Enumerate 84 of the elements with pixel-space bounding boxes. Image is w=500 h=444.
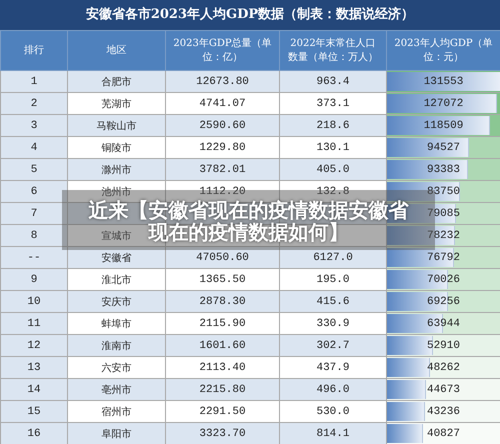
table-cell: 63944: [426, 318, 460, 330]
table-cell: 14: [27, 384, 41, 396]
table-cell: 淮南市: [102, 340, 132, 352]
table-cell: 1229.80: [199, 142, 246, 154]
table-cell: 963.4: [316, 76, 350, 88]
table-cell: 78232: [426, 230, 460, 242]
column-header: 2023年GDP总量（单位：亿）: [166, 30, 280, 70]
table-cell: 118509: [424, 120, 464, 132]
column-header: 排行: [0, 30, 68, 70]
table-cell: 94527: [426, 142, 460, 154]
table-cell: 安庆市: [102, 296, 132, 308]
table-cell: 1: [30, 76, 38, 88]
table-cell: 79085: [426, 208, 460, 220]
column-header: 2023年人均GDP（单位：元）: [386, 30, 500, 70]
column-header: 2022年末常住人口数量（单位：万人）: [280, 30, 386, 70]
table-cell: 48262: [426, 362, 460, 374]
table-cell: 11: [27, 318, 41, 330]
table-cell: 宿州市: [102, 406, 132, 418]
table-cell: 2: [30, 98, 38, 110]
table-cell: 83750: [426, 186, 460, 198]
table-cell: 40827: [426, 428, 460, 440]
table-cell: 亳州市: [102, 384, 132, 396]
table-cell: 阜阳市: [102, 428, 132, 440]
table-cell: 4: [30, 142, 38, 154]
table-cell: 52910: [426, 340, 460, 352]
table-title: 安徽省各市2023年人均GDP数据（制表：数据说经济）: [0, 0, 500, 30]
table-cell: 70026: [426, 274, 460, 286]
table-cell: 131553: [424, 76, 464, 88]
table-cell: 5: [30, 164, 38, 176]
table-cell: 12: [27, 340, 41, 352]
table-cell: 安徽省: [102, 252, 132, 264]
table-cell: 宣城市: [102, 230, 132, 242]
table-cell: 415.6: [316, 296, 350, 308]
table-cell: 814.1: [316, 428, 350, 440]
table-cell: 195.0: [316, 274, 350, 286]
table-cell: 43236: [426, 406, 460, 418]
table-cell: 16: [27, 428, 41, 440]
table-cell: 7: [30, 208, 38, 220]
table-cell: 330.9: [316, 318, 350, 330]
table-cell: --: [27, 252, 41, 264]
column-header: 地区: [68, 30, 166, 70]
table-cell: 3782.01: [199, 164, 246, 176]
table-cell: 2115.90: [199, 318, 246, 330]
table-cell: 蚌埠市: [102, 318, 132, 330]
table-cell: 4741.07: [199, 98, 246, 110]
table-cell: 2113.40: [199, 362, 246, 374]
table-cell: 2878.30: [199, 296, 246, 308]
table-cell: 93383: [426, 164, 460, 176]
table-cell: 47050.60: [196, 252, 249, 264]
table-cell: 44673: [426, 384, 460, 396]
table-cell: 10: [27, 296, 41, 308]
table-cell: 373.1: [316, 98, 350, 110]
table-cell: 芜湖市: [102, 98, 132, 110]
table-cell: 6: [30, 186, 38, 198]
table-cell: 合肥市: [102, 76, 132, 88]
table-cell: 2291.50: [199, 406, 246, 418]
table-cell: 1601.60: [199, 340, 246, 352]
table-cell: 2215.80: [199, 384, 246, 396]
table-cell: 六安市: [102, 362, 132, 374]
table-cell: 6127.0: [313, 252, 353, 264]
table-cell: 130.1: [316, 142, 350, 154]
table-cell: 437.9: [316, 362, 350, 374]
table-cell: 1365.50: [199, 274, 246, 286]
table-cell: 3323.70: [199, 428, 246, 440]
table-cell: 12673.80: [196, 76, 249, 88]
table-cell: 405.0: [316, 164, 350, 176]
table-cell: 496.0: [316, 384, 350, 396]
table-cell: 8: [30, 230, 38, 242]
table-cell: 9: [30, 274, 38, 286]
table-cell: 530.0: [316, 406, 350, 418]
table-cell: 302.7: [316, 340, 350, 352]
table-cell: 滁州市: [102, 164, 132, 176]
table-cell: 69256: [426, 296, 460, 308]
table-cell: 池州市: [102, 186, 132, 198]
table-cell: 13: [27, 362, 41, 374]
table-cell: 淮北市: [102, 274, 132, 286]
table-cell: 3: [30, 120, 38, 132]
table-cell: 2590.60: [199, 120, 246, 132]
table-cell: 76792: [426, 252, 460, 264]
table-cell: 铜陵市: [102, 142, 132, 154]
table-cell: 218.6: [316, 120, 350, 132]
table-cell: 127072: [424, 98, 464, 110]
table-cell: 15: [27, 406, 41, 418]
table-cell: 马鞍山市: [96, 120, 136, 132]
